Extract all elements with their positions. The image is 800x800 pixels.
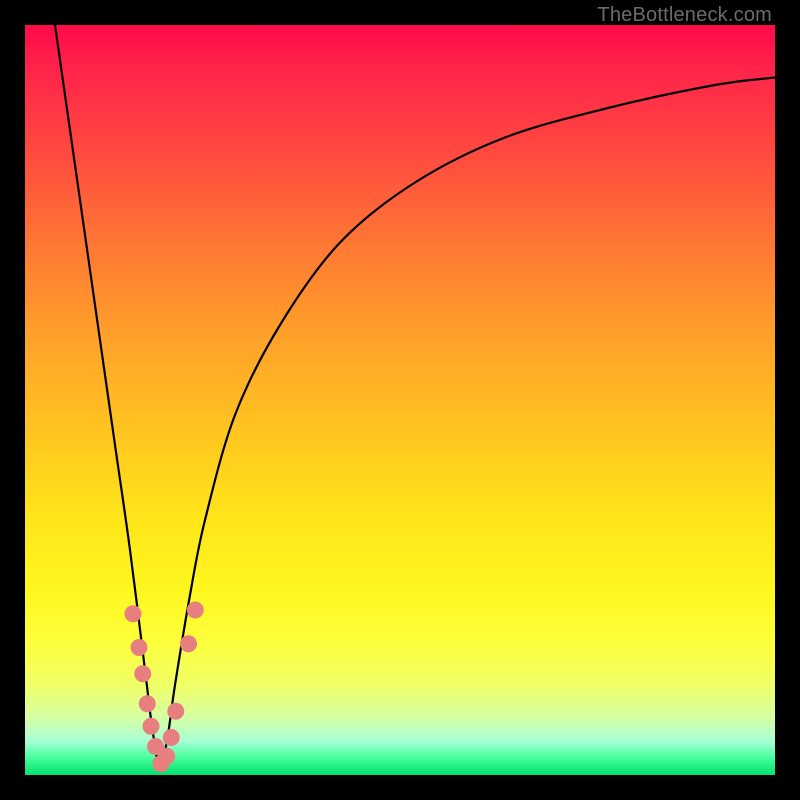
bottleneck-curve-svg <box>25 25 775 775</box>
highlight-dot <box>139 695 156 712</box>
highlight-dot <box>163 729 180 746</box>
highlight-dot <box>187 602 204 619</box>
attribution-text: TheBottleneck.com <box>597 4 772 27</box>
highlight-dot <box>167 703 184 720</box>
highlight-dot <box>125 605 142 622</box>
highlight-dot <box>143 718 160 735</box>
bottleneck-curve <box>55 25 775 768</box>
outer-frame: TheBottleneck.com <box>0 0 800 800</box>
highlight-dot <box>158 748 175 765</box>
highlight-dots <box>125 602 204 773</box>
plot-area <box>25 25 775 775</box>
highlight-dot <box>180 635 197 652</box>
highlight-dot <box>131 639 148 656</box>
highlight-dot <box>134 665 151 682</box>
